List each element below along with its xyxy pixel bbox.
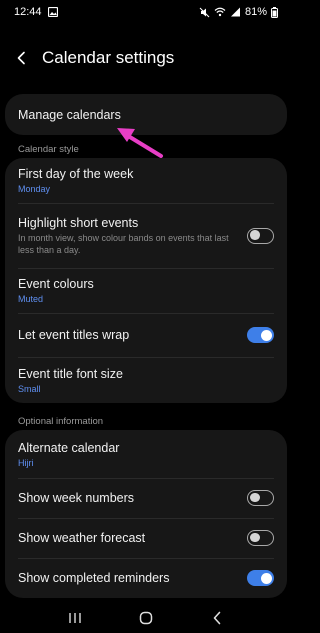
toggle-knob	[250, 532, 260, 543]
toggle-knob	[260, 572, 272, 584]
wifi-icon	[214, 7, 226, 17]
home-button[interactable]	[126, 604, 166, 632]
week-numbers-title: Show week numbers	[18, 491, 135, 505]
back-nav-icon	[213, 611, 220, 625]
alt-calendar-title: Alternate calendar	[18, 440, 120, 455]
toggle-knob	[260, 329, 272, 341]
navigation-bar	[0, 603, 292, 633]
highlight-description: In month view, show colour bands on even…	[18, 233, 229, 255]
font-size-title: Event title font size	[18, 366, 123, 381]
battery-icon	[271, 6, 278, 18]
alt-calendar-value: Hijri	[18, 457, 34, 468]
app-header: Calendar settings	[0, 40, 292, 76]
show-week-numbers-toggle[interactable]	[247, 490, 274, 506]
home-icon	[139, 611, 153, 625]
battery-percent: 81%	[244, 6, 267, 18]
toggle-knob	[250, 230, 260, 240]
font-size-value: Small	[18, 383, 41, 394]
mute-icon	[199, 7, 210, 18]
show-week-numbers-item[interactable]: Show week numbers	[5, 478, 287, 518]
first-day-of-week-item[interactable]: First day of the week Monday	[5, 158, 287, 203]
event-title-font-size-item[interactable]: Event title font size Small	[5, 357, 287, 403]
weather-title: Show weather forecast	[18, 531, 146, 545]
section-label-calendar-style: Calendar style	[18, 144, 79, 155]
recent-apps-icon	[69, 613, 82, 623]
chevron-left-icon	[17, 51, 25, 65]
optional-information-card: Alternate calendar Hijri Show week numbe…	[5, 430, 287, 598]
let-event-titles-wrap-toggle[interactable]	[247, 327, 274, 343]
highlight-short-events-item[interactable]: Highlight short events In month view, sh…	[5, 203, 287, 268]
show-completed-reminders-toggle[interactable]	[247, 570, 274, 586]
recent-apps-button[interactable]	[55, 604, 95, 632]
section-label-optional-information: Optional information	[18, 416, 104, 427]
show-completed-reminders-item[interactable]: Show completed reminders	[5, 558, 287, 598]
highlight-title: Highlight short events	[18, 216, 139, 230]
calendar-style-card: First day of the week Monday Highlight s…	[5, 158, 287, 403]
status-bar: 12:44 81%	[0, 0, 292, 24]
back-nav-button[interactable]	[197, 604, 237, 632]
show-weather-forecast-toggle[interactable]	[247, 530, 274, 546]
page-title: Calendar settings	[42, 48, 175, 67]
wrap-titles-title: Let event titles wrap	[18, 328, 130, 342]
gallery-icon	[47, 7, 58, 17]
show-weather-forecast-item[interactable]: Show weather forecast	[5, 518, 287, 558]
event-colours-title: Event colours	[18, 277, 94, 291]
toggle-knob	[250, 492, 260, 503]
let-event-titles-wrap-item[interactable]: Let event titles wrap	[5, 313, 287, 357]
back-button[interactable]	[2, 40, 42, 76]
completed-reminders-title: Show completed reminders	[18, 571, 170, 585]
event-colours-value: Muted	[18, 294, 44, 304]
status-time: 12:44	[14, 6, 42, 18]
first-day-value: Monday	[18, 184, 51, 194]
highlight-short-events-toggle[interactable]	[247, 227, 274, 244]
signal-icon	[230, 7, 241, 17]
alternate-calendar-item[interactable]: Alternate calendar Hijri	[5, 430, 287, 478]
first-day-title: First day of the week	[18, 167, 134, 181]
event-colours-item[interactable]: Event colours Muted	[5, 268, 287, 313]
